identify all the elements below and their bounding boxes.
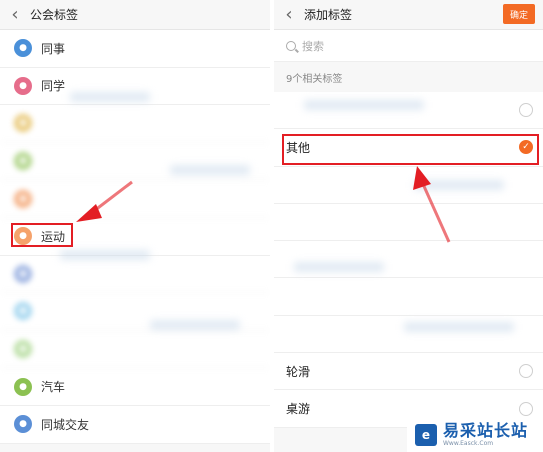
car-icon: ● <box>14 377 32 396</box>
tag-row[interactable]: ● <box>0 331 270 369</box>
tag-label: 同学 <box>41 79 66 94</box>
tag-row[interactable]: ● 同城交友 <box>0 406 270 444</box>
watermark-subtitle: Www.Easck.Com <box>443 440 494 447</box>
tag-icon: ● <box>14 302 32 321</box>
search-icon <box>286 40 296 51</box>
tag-row[interactable]: ● 汽车 <box>0 368 270 406</box>
search-placeholder: 搜索 <box>302 39 324 53</box>
back-arrow-icon[interactable]: ‹ <box>274 0 304 30</box>
confirm-button[interactable]: 确定 <box>503 4 535 24</box>
tag-option-row[interactable]: 轮滑 <box>274 353 543 391</box>
pointer-arrow <box>76 180 133 222</box>
tag-option-label: 桌游 <box>286 402 311 417</box>
tag-label: 汽车 <box>41 380 66 395</box>
left-header: ‹ 公会标签 <box>0 0 270 30</box>
tag-label: 同城交友 <box>41 417 90 432</box>
left-panel: ‹ 公会标签 ● 同事 ● 同学 ● ● ● ● 运动 ● ● ● ● 汽车 ● 同城交友 <box>0 0 270 452</box>
right-page-title: 添加标签 <box>304 8 353 22</box>
right-header: ‹ 添加标签 确定 <box>274 0 543 30</box>
classmate-icon: ● <box>14 76 32 95</box>
search-bar[interactable]: 搜索 <box>274 30 543 62</box>
tag-row[interactable]: ● <box>0 105 270 143</box>
watermark-title: 易采站长站 <box>443 421 529 440</box>
right-panel: ‹ 添加标签 确定 搜索 9个相关标签 其他 ✓ 轮滑 桌游 <box>274 0 543 452</box>
tag-option-row[interactable] <box>274 92 543 130</box>
tag-icon: ● <box>14 114 32 133</box>
tag-row[interactable]: ● <box>0 256 270 294</box>
site-logo-icon: e <box>415 424 437 446</box>
local-friends-icon: ● <box>14 415 32 434</box>
radio-icon[interactable] <box>519 103 533 118</box>
sports-highlight-box <box>11 223 73 247</box>
site-watermark: e 易采站长站 Www.Easck.Com <box>407 418 543 452</box>
back-arrow-icon[interactable]: ‹ <box>0 0 30 30</box>
radio-icon[interactable] <box>519 364 533 379</box>
tag-label: 同事 <box>41 41 66 56</box>
tag-icon: ● <box>14 340 32 359</box>
pointer-arrow <box>413 166 451 243</box>
related-tags-count: 9个相关标签 <box>274 62 543 92</box>
left-page-title: 公会标签 <box>30 8 79 22</box>
tag-row[interactable]: ● 同事 <box>0 30 270 68</box>
colleague-icon: ● <box>14 39 32 58</box>
tag-option-row[interactable] <box>274 278 543 316</box>
tag-icon: ● <box>14 264 32 283</box>
tag-icon: ● <box>14 152 32 171</box>
tag-icon: ● <box>14 189 32 208</box>
tag-option-label: 轮滑 <box>286 364 311 379</box>
radio-icon[interactable] <box>519 401 533 416</box>
